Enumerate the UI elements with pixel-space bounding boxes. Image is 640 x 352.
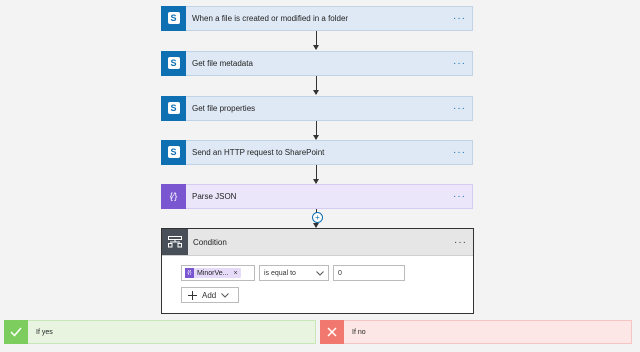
sharepoint-icon: S [161, 5, 186, 31]
condition-title: Condition [193, 237, 227, 247]
dynamic-content-token[interactable]: {⁄} MinorVe... × [185, 268, 241, 278]
more-options-icon[interactable]: ··· [453, 147, 466, 158]
branch-label: If yes [36, 328, 53, 336]
step-title: Send an HTTP request to SharePoint [192, 148, 325, 157]
more-options-icon[interactable]: ··· [453, 103, 466, 114]
data-operation-icon: {⁄} [185, 268, 194, 278]
branch-if-no[interactable]: If no [320, 320, 632, 344]
right-operand-value: 0 [338, 269, 342, 277]
operator-dropdown[interactable]: is equal to [259, 265, 329, 281]
insert-step-button[interactable]: + [312, 212, 323, 223]
connector-arrow [313, 31, 319, 50]
operator-value: is equal to [264, 269, 296, 277]
condition-header[interactable]: Condition ··· [162, 229, 473, 256]
connector-arrow [313, 76, 319, 95]
plus-icon [188, 290, 197, 300]
connector-arrow [313, 121, 319, 140]
right-operand-field[interactable]: 0 [333, 265, 405, 281]
more-options-icon[interactable]: ··· [453, 191, 466, 202]
step-card-parse-json[interactable]: {⁄} Parse JSON ··· [161, 183, 473, 209]
more-options-icon[interactable]: ··· [453, 58, 466, 69]
sharepoint-icon: S [161, 95, 186, 121]
step-title: Get file properties [192, 104, 256, 113]
sharepoint-icon: S [161, 139, 186, 165]
remove-token-icon[interactable]: × [234, 270, 238, 277]
step-title: Parse JSON [192, 192, 237, 201]
step-title: When a file is created or modified in a … [192, 14, 349, 23]
chevron-down-icon [316, 270, 324, 276]
step-title: Get file metadata [192, 59, 253, 68]
step-card-send-http-request[interactable]: S Send an HTTP request to SharePoint ··· [161, 139, 473, 165]
connector-arrow [313, 165, 319, 184]
branch-label: If no [352, 328, 366, 336]
chevron-down-icon [221, 292, 230, 298]
token-label: MinorVe... [197, 269, 229, 277]
close-icon [320, 320, 344, 344]
checkmark-icon [4, 320, 28, 344]
condition-icon [162, 229, 188, 255]
more-options-icon[interactable]: ··· [453, 13, 466, 24]
step-card-get-file-properties[interactable]: S Get file properties ··· [161, 95, 473, 121]
condition-glyph [168, 236, 182, 248]
data-operation-icon: {⁄} [161, 183, 186, 209]
step-card-trigger[interactable]: S When a file is created or modified in … [161, 5, 473, 31]
condition-row: {⁄} MinorVe... × is equal to 0 [181, 265, 405, 281]
step-card-get-file-metadata[interactable]: S Get file metadata ··· [161, 50, 473, 76]
sharepoint-icon: S [161, 50, 186, 76]
left-operand-field[interactable]: {⁄} MinorVe... × [181, 265, 255, 281]
more-options-icon[interactable]: ··· [454, 237, 467, 248]
add-label: Add [202, 290, 217, 300]
condition-card[interactable]: Condition ··· {⁄} MinorVe... × is equal … [161, 228, 474, 314]
branch-if-yes[interactable]: If yes [4, 320, 316, 344]
add-condition-button[interactable]: Add [181, 287, 239, 303]
